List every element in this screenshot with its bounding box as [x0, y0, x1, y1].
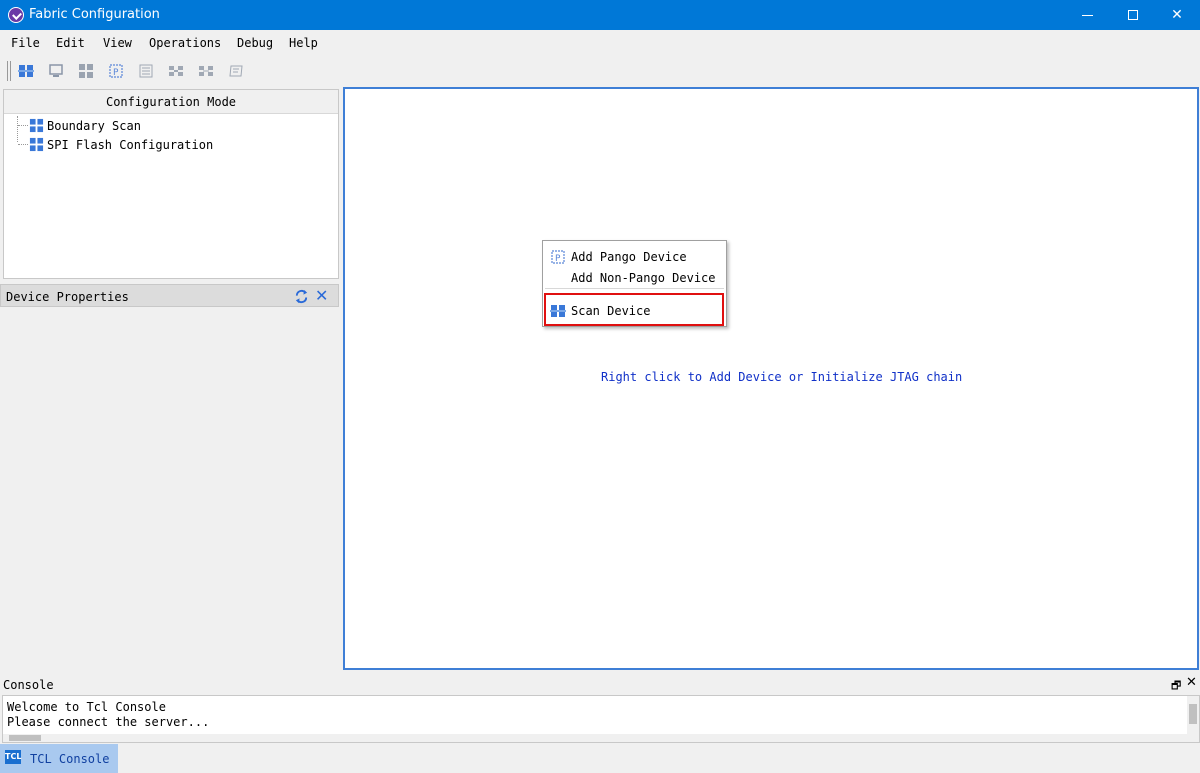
title-bar: Fabric Configuration ✕: [0, 0, 1200, 30]
canvas-hint-text: Right click to Add Device or Initialize …: [601, 370, 963, 384]
toolbar: P: [0, 55, 1200, 85]
maximize-icon: [1128, 10, 1138, 20]
device-outline-icon[interactable]: [228, 63, 244, 79]
tree-item-label: Boundary Scan: [47, 119, 141, 133]
menu-view[interactable]: View: [103, 36, 132, 50]
vertical-scrollbar[interactable]: [1187, 696, 1199, 742]
menu-item-label: Scan Device: [571, 304, 651, 318]
list-icon[interactable]: [138, 63, 154, 79]
console-title: Console: [3, 678, 54, 692]
tree-connector: [18, 125, 28, 126]
minimize-icon: [1081, 14, 1093, 16]
context-menu: P Add Pango Device Add Non-Pango Device …: [542, 240, 727, 327]
menu-operations[interactable]: Operations: [149, 36, 221, 50]
close-icon: ✕: [1171, 7, 1183, 23]
refresh-icon[interactable]: [294, 289, 309, 304]
console-header: Console 🗗 ✕: [0, 675, 1200, 694]
close-console-icon[interactable]: ✕: [1186, 675, 1197, 690]
tab-tcl-console[interactable]: TCL TCL Console: [0, 744, 118, 773]
boundary-scan-icon: [29, 118, 44, 133]
configuration-mode-panel: Configuration Mode Boundary Scan SPI Fla…: [3, 89, 339, 279]
horizontal-scrollbar[interactable]: [3, 734, 1187, 742]
pango-device-icon[interactable]: P: [108, 63, 124, 79]
scan-device-icon: [550, 305, 566, 317]
menu-separator: [545, 288, 724, 289]
menu-bar: File Edit View Operations Debug Help: [0, 30, 1200, 55]
close-panel-icon[interactable]: ✕: [315, 286, 328, 305]
device-properties-header: Device Properties ✕: [0, 284, 339, 307]
menu-item-add-pango-device[interactable]: P Add Pango Device: [543, 247, 726, 267]
pango-device-icon: P: [551, 250, 565, 264]
float-window-icon[interactable]: 🗗: [1171, 677, 1181, 692]
spi-flash-icon: [29, 137, 44, 152]
menu-file[interactable]: File: [11, 36, 40, 50]
menu-debug[interactable]: Debug: [237, 36, 273, 50]
window-title: Fabric Configuration: [29, 7, 160, 22]
scrollbar-thumb[interactable]: [1189, 704, 1197, 724]
menu-help[interactable]: Help: [289, 36, 318, 50]
toolbar-grip[interactable]: [7, 61, 11, 81]
chain-icon[interactable]: [168, 63, 184, 79]
chain-alt-icon[interactable]: [198, 63, 214, 79]
menu-item-label: Add Pango Device: [571, 250, 687, 264]
minimize-button[interactable]: [1064, 0, 1110, 30]
scan-chain-icon[interactable]: [18, 63, 34, 79]
device-properties-title: Device Properties: [6, 290, 129, 304]
console-line: Welcome to Tcl Console: [7, 700, 166, 714]
svg-text:P: P: [113, 68, 119, 78]
tree-item-spi-flash[interactable]: SPI Flash Configuration: [4, 136, 334, 154]
monitor-icon[interactable]: [48, 63, 64, 79]
menu-edit[interactable]: Edit: [56, 36, 85, 50]
menu-item-label: Add Non-Pango Device: [571, 271, 716, 285]
tree-item-boundary-scan[interactable]: Boundary Scan: [4, 117, 334, 135]
tree-connector: [18, 144, 28, 145]
maximize-button[interactable]: [1110, 0, 1156, 30]
scrollbar-thumb[interactable]: [9, 735, 41, 741]
configuration-mode-header: Configuration Mode: [4, 90, 338, 114]
close-button[interactable]: ✕: [1154, 0, 1200, 30]
tab-label: TCL Console: [30, 752, 110, 766]
console-line: Please connect the server...: [7, 715, 210, 729]
menu-item-scan-device[interactable]: Scan Device: [543, 301, 726, 321]
grid-icon[interactable]: [78, 63, 94, 79]
app-icon: [8, 7, 24, 23]
menu-item-add-non-pango-device[interactable]: Add Non-Pango Device: [543, 268, 726, 288]
tree-item-label: SPI Flash Configuration: [47, 138, 214, 152]
svg-text:P: P: [555, 254, 561, 264]
tcl-icon: TCL: [5, 750, 21, 764]
console-output[interactable]: Welcome to Tcl Console Please connect th…: [2, 695, 1200, 743]
